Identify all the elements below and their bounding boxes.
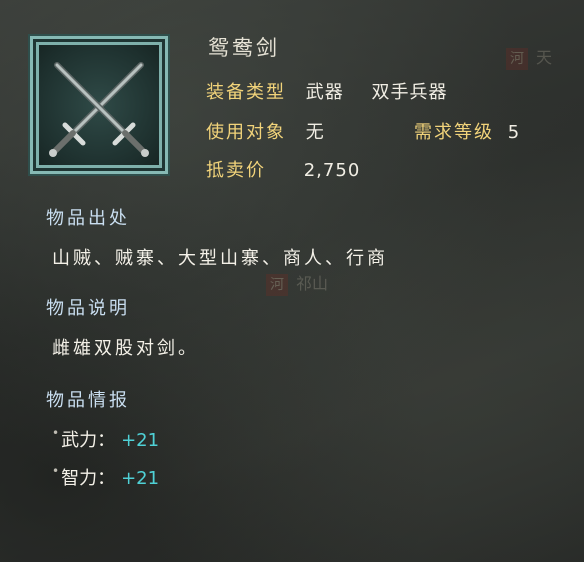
equipment-type-value: 武器 (305, 82, 344, 103)
required-level-label: 需求等级 (414, 122, 494, 143)
required-level-row: 需求等级 5 (414, 118, 520, 144)
info-section-title: 物品情报 (46, 390, 130, 411)
item-tooltip-panel: 鸳鸯剑 装备类型 武器 双手兵器 使用对象 无 需求等级 5 抵卖价 2,750… (0, 0, 584, 562)
item-name: 鸳鸯剑 (208, 36, 280, 60)
user-label: 使用对象 (206, 122, 286, 143)
stat-row: • 智力： +21 (52, 464, 159, 490)
source-section-title: 物品出处 (46, 208, 130, 229)
user-row: 使用对象 无 (206, 118, 325, 144)
sell-price-value: 2,750 (303, 160, 361, 181)
description-section-title: 物品说明 (46, 298, 130, 319)
required-level-value: 5 (507, 122, 521, 143)
stat-name: 武力： (61, 430, 116, 451)
stat-bonus: +21 (121, 468, 160, 489)
bullet-icon: • (52, 464, 60, 478)
equipment-subtype-value: 双手兵器 (371, 82, 448, 103)
stat-name: 智力： (61, 468, 116, 489)
sell-price-row: 抵卖价 2,750 (206, 156, 360, 182)
equipment-type-label: 装备类型 (206, 82, 286, 103)
stat-row: • 武力： +21 (52, 426, 159, 452)
user-value: 无 (305, 122, 325, 143)
bullet-icon: • (52, 426, 60, 440)
equipment-type-row: 装备类型 武器 双手兵器 (206, 78, 447, 104)
item-icon-frame (28, 34, 170, 176)
stat-bonus: +21 (121, 430, 160, 451)
description-text: 雌雄双股对剑。 (52, 338, 199, 359)
sell-price-label: 抵卖价 (206, 160, 266, 181)
source-text: 山贼、贼寨、大型山寨、商人、行商 (52, 248, 388, 269)
crossed-swords-icon (49, 62, 149, 157)
